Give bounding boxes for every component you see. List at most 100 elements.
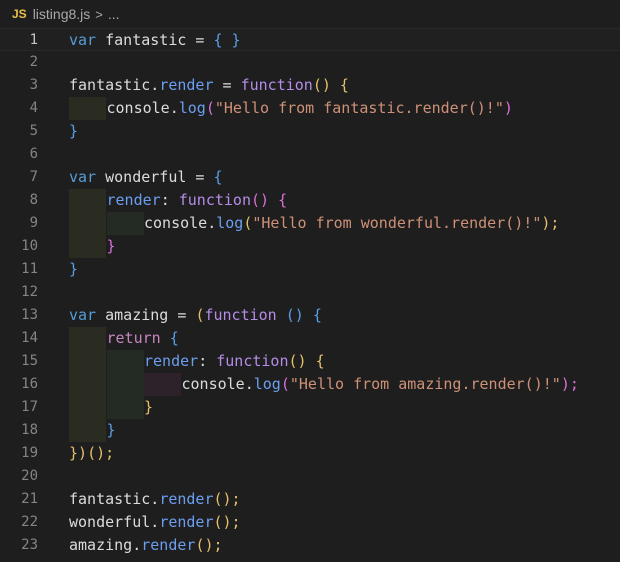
code-token: } — [106, 237, 116, 255]
code-text: wonderful.render(); — [69, 511, 241, 534]
code-text: var fantastic = { } — [69, 29, 241, 52]
code-token: log — [253, 375, 281, 393]
code-text: amazing.render(); — [69, 534, 223, 557]
code-line[interactable]: 8 render: function() { — [0, 189, 620, 212]
line-number: 21 — [21, 491, 38, 507]
code-line[interactable]: 9 console.log("Hello from wonderful.rende… — [0, 212, 620, 235]
code-line[interactable]: 6 — [0, 143, 620, 166]
code-text: })(); — [69, 442, 114, 465]
code-token: var — [69, 31, 106, 49]
code-editor[interactable]: 1 var fantastic = { } 2 3 fantastic.render =… — [0, 28, 620, 562]
code-text: var wonderful = { — [69, 166, 223, 189]
code-token: "Hello from wonderful.render()!" — [252, 214, 542, 232]
indent-guide — [69, 373, 106, 396]
code-line[interactable]: 19})(); — [0, 442, 620, 465]
code-token: () { — [312, 76, 349, 94]
code-text: console.log("Hello from wonderful.render… — [144, 212, 559, 235]
code-text: } — [107, 235, 116, 258]
code-token: (); — [87, 444, 115, 462]
code-token: amazing = — [105, 306, 196, 324]
indent-guide — [69, 97, 106, 120]
code-token: "Hello from amazing.render()!" — [289, 375, 561, 393]
line-number: 16 — [21, 376, 38, 392]
breadcrumb: JS listing8.js > ... — [0, 0, 620, 28]
code-token: { — [213, 168, 223, 186]
line-number: 5 — [29, 123, 38, 139]
code-token: { — [169, 329, 179, 347]
line-number: 14 — [21, 330, 38, 346]
line-number: 15 — [21, 353, 38, 369]
code-line[interactable]: 5} — [0, 120, 620, 143]
code-line[interactable]: 22 wonderful.render(); — [0, 511, 620, 534]
code-line[interactable]: 18} — [0, 419, 620, 442]
code-token: = — [213, 76, 241, 94]
code-text: } — [69, 258, 78, 281]
code-token: wonderful = — [105, 168, 214, 186]
code-token: wonderful. — [69, 513, 160, 531]
code-line[interactable]: 1 var fantastic = { } — [0, 28, 620, 51]
line-number: 12 — [21, 284, 38, 300]
code-text: return { — [107, 327, 179, 350]
code-text: fantastic.render = function() { — [69, 74, 349, 97]
code-token: } — [69, 122, 79, 140]
indent-guide — [69, 350, 106, 373]
line-number: 22 — [21, 514, 38, 530]
line-number: 4 — [29, 100, 38, 116]
line-number: 9 — [29, 215, 38, 231]
code-line[interactable]: 20 — [0, 465, 620, 488]
code-text: } — [69, 120, 78, 143]
code-line[interactable]: 4 console.log("Hello from fantastic.rende… — [0, 97, 620, 120]
code-line[interactable]: 12 — [0, 281, 620, 304]
code-text: console.log("Hello from fantastic.render… — [107, 97, 513, 120]
code-token: console. — [181, 375, 254, 393]
code-token: function — [216, 352, 289, 370]
code-line[interactable]: 10} — [0, 235, 620, 258]
code-token: () { — [285, 306, 322, 324]
code-token: console. — [144, 214, 217, 232]
line-number: 3 — [29, 77, 38, 93]
code-token: fantastic. — [69, 76, 160, 94]
indent-guide — [69, 212, 106, 235]
code-line[interactable]: 23 amazing.render(); — [0, 534, 620, 557]
line-number: 18 — [21, 422, 38, 438]
code-line[interactable]: 2 — [0, 51, 620, 74]
code-token: } — [144, 398, 154, 416]
breadcrumb-file[interactable]: listing8.js — [33, 6, 91, 22]
line-number: 17 — [21, 399, 38, 415]
code-line[interactable]: 3 fantastic.render = function() { — [0, 74, 620, 97]
code-token: log — [178, 99, 206, 117]
code-line[interactable]: 13 var amazing = (function () { — [0, 304, 620, 327]
indent-guide — [69, 189, 106, 212]
code-line[interactable]: 16 console.log("Hello from amazing.render… — [0, 373, 620, 396]
code-line[interactable]: 21 fantastic.render(); — [0, 488, 620, 511]
indent-guide — [69, 235, 106, 258]
indent-guide — [69, 396, 106, 419]
code-line[interactable]: 14 return { — [0, 327, 620, 350]
code-text: console.log("Hello from amazing.render()… — [182, 373, 579, 396]
code-token: function — [204, 306, 286, 324]
code-line[interactable]: 17} — [0, 396, 620, 419]
code-token: render — [144, 352, 199, 370]
indent-guide — [69, 419, 106, 442]
breadcrumb-symbols[interactable]: ... — [108, 6, 120, 22]
code-token: console. — [106, 99, 179, 117]
code-text: } — [107, 419, 116, 442]
code-token: function — [178, 191, 251, 209]
code-token: } — [69, 260, 79, 278]
code-line[interactable]: 15 render: function() { — [0, 350, 620, 373]
code-token: render — [159, 490, 214, 508]
code-text: fantastic.render(); — [69, 488, 241, 511]
code-token: render — [159, 76, 214, 94]
code-token: (); — [213, 513, 241, 531]
code-line[interactable]: 7 var wonderful = { — [0, 166, 620, 189]
code-token: ( — [280, 375, 290, 393]
code-token: ); — [560, 375, 579, 393]
code-token: : — [198, 352, 217, 370]
code-token: render — [106, 191, 161, 209]
line-number: 13 — [21, 307, 38, 323]
line-number: 10 — [21, 238, 38, 254]
line-number: 2 — [29, 54, 38, 70]
code-line[interactable]: 11} — [0, 258, 620, 281]
indent-guide — [144, 373, 181, 396]
code-text: } — [144, 396, 153, 419]
